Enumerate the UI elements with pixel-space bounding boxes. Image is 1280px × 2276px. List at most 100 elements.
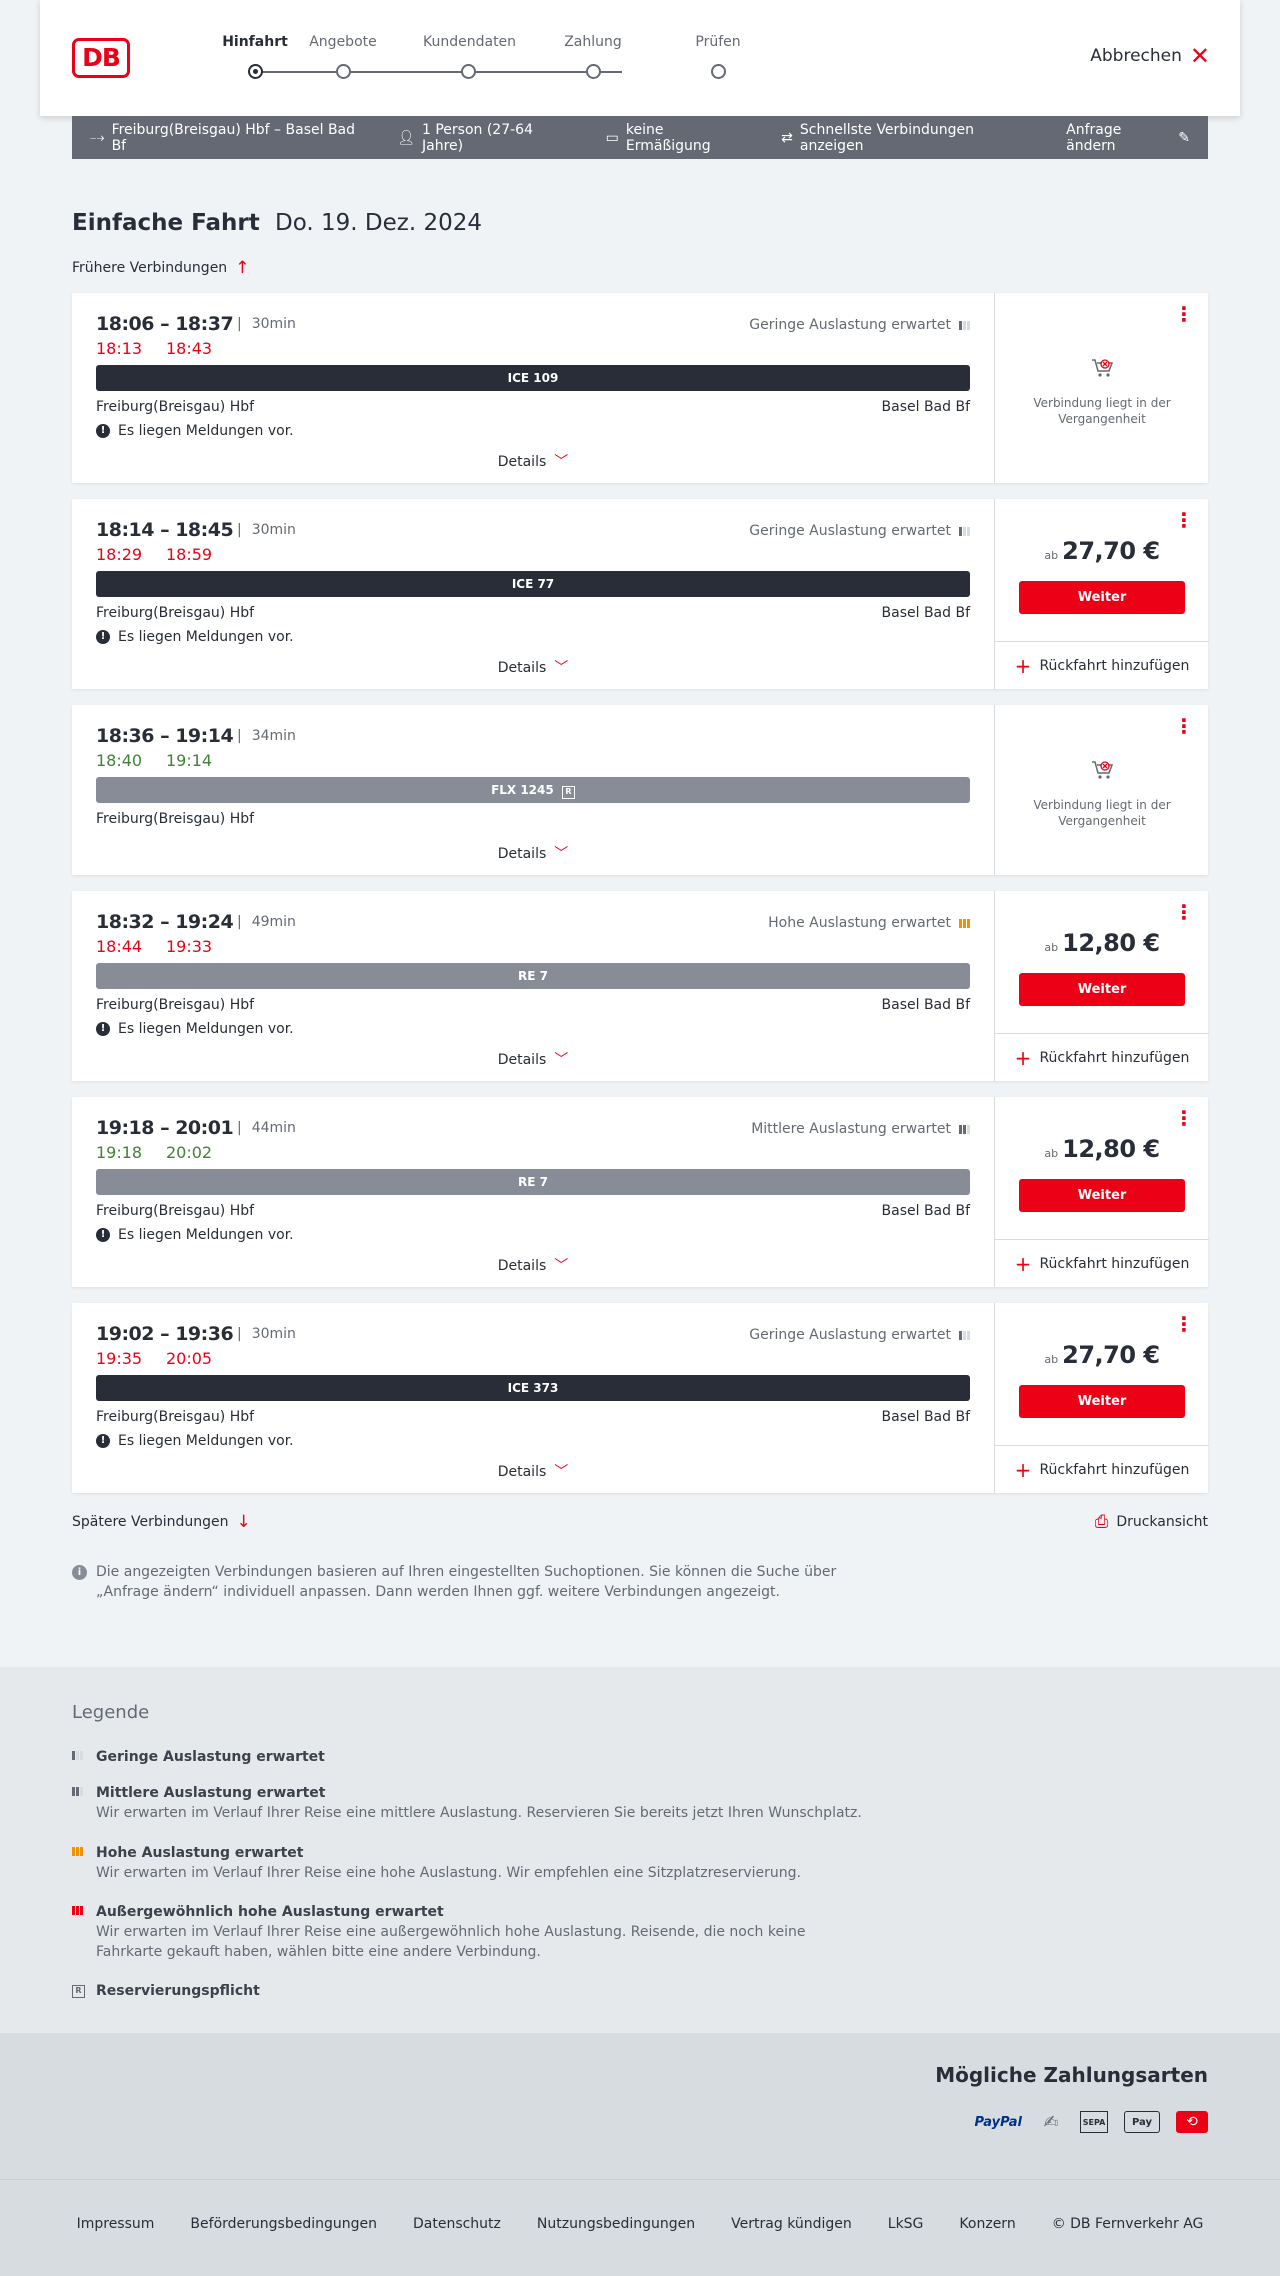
price: ab 12,80 € [995, 1135, 1209, 1163]
cart-unavailable-icon [1092, 359, 1114, 377]
close-icon: ✕ [1189, 42, 1210, 70]
stations: Freiburg(Breisgau) Hbf Basel Bad Bf [96, 1409, 970, 1425]
details-toggle[interactable]: Details ﹀ [72, 1255, 994, 1275]
add-return-button[interactable]: + Rückfahrt hinzufügen [995, 641, 1209, 689]
departure-station: Freiburg(Breisgau) Hbf [96, 811, 255, 827]
more-options-icon[interactable]: ⋮ [1174, 716, 1194, 736]
passenger-label: 1 Person (27-64 Jahre) [421, 121, 533, 154]
offer-panel: ⋮ ab 12,80 € Weiter + Rückfahrt hinzufügen [994, 891, 1209, 1081]
more-options-icon[interactable]: ⋮ [1174, 902, 1194, 922]
step-dot [336, 64, 351, 79]
step-label: Hinfahrt [222, 34, 288, 50]
weiter-button[interactable]: Weiter [1019, 1385, 1185, 1418]
alert-icon: ! [96, 1022, 110, 1036]
legend-item-low: Geringe Auslastung erwartet [72, 1747, 872, 1767]
details-toggle[interactable]: Details ﹀ [72, 451, 994, 471]
realtime-departure: 18:44 [96, 937, 143, 956]
page-title: Einfache Fahrt Do. 19. Dez. 2024 [72, 210, 482, 236]
occupancy-high-icon [72, 1847, 83, 1856]
weiter-button[interactable]: Weiter [1019, 973, 1185, 1006]
earlier-connections-link[interactable]: Frühere Verbindungen ↑ [72, 258, 249, 278]
price-prefix: ab [1044, 1353, 1059, 1366]
footer-link-cancel-contract[interactable]: Vertrag kündigen [731, 2216, 852, 2232]
footer-link-privacy[interactable]: Datenschutz [413, 2216, 501, 2232]
step-pruefen: Prüfen [673, 34, 763, 79]
alert-icon: ! [96, 1228, 110, 1242]
connection-card: 19:02 – 19:36 30min 19:35 20:05 Geringe A… [72, 1303, 1209, 1493]
later-connections-link[interactable]: Spätere Verbindungen ↓ [72, 1512, 251, 1532]
details-toggle[interactable]: Details ﹀ [72, 1049, 994, 1069]
edit-search-button[interactable]: Anfrage ändern ✎ [1066, 122, 1190, 154]
add-return-button[interactable]: + Rückfahrt hinzufügen [995, 1239, 1209, 1287]
reservation-required-icon: R [561, 786, 575, 799]
train-bar[interactable]: ICE 373 [96, 1375, 970, 1401]
step-angebote: Angebote [298, 34, 388, 79]
stations: Freiburg(Breisgau) Hbf Basel Bad Bf [96, 605, 970, 621]
more-options-icon[interactable]: ⋮ [1174, 1108, 1194, 1128]
scheduled-times: 18:32 – 19:24 [96, 911, 234, 933]
legend-item-exceptional: Außergewöhnlich hohe Auslastung erwartet… [72, 1902, 872, 1962]
stations: Freiburg(Breisgau) Hbf [96, 811, 970, 827]
details-toggle[interactable]: Details ﹀ [72, 657, 994, 677]
arrival-station: Basel Bad Bf [881, 399, 970, 415]
price-prefix: ab [1044, 941, 1059, 954]
footer: Impressum Beförderungsbedingungen Datens… [0, 2179, 1280, 2276]
occupancy-label: Mittlere Auslastung erwartet [751, 1121, 951, 1137]
train-bar[interactable]: RE 7 [96, 1169, 970, 1195]
occupancy-icon [959, 526, 970, 536]
departure-station: Freiburg(Breisgau) Hbf [96, 997, 255, 1013]
print-view-link[interactable]: ⎙ Druckansicht [1095, 1512, 1208, 1532]
db-payment-icon: ⟲ [1176, 2111, 1208, 2133]
train-bar[interactable]: FLX 1245 R [96, 777, 970, 803]
footer-link-lksg[interactable]: LkSG [888, 2216, 924, 2232]
cancel-button[interactable]: Abbrechen ✕ [1090, 42, 1210, 70]
add-return-button[interactable]: + Rückfahrt hinzufügen [995, 1033, 1209, 1081]
scheduled-times: 19:02 – 19:36 [96, 1323, 234, 1345]
occupancy-icon [959, 1124, 970, 1134]
message-label: Es liegen Meldungen vor. [118, 1227, 294, 1243]
message-label: Es liegen Meldungen vor. [118, 423, 294, 439]
footer-link-conditions[interactable]: Beförderungsbedingungen [190, 2216, 377, 2232]
info-icon: i [72, 1565, 87, 1580]
footer-link-terms[interactable]: Nutzungsbedingungen [537, 2216, 695, 2232]
train-bar[interactable]: ICE 77 [96, 571, 970, 597]
price: ab 12,80 € [995, 929, 1209, 957]
db-logo[interactable]: DB [72, 38, 130, 78]
departure-station: Freiburg(Breisgau) Hbf [96, 605, 255, 621]
train-name: ICE 373 [507, 1381, 559, 1395]
footer-copyright: © DB Fernverkehr AG [1051, 2216, 1204, 2232]
realtime-arrival: 20:02 [166, 1143, 213, 1162]
weiter-button[interactable]: Weiter [1019, 581, 1185, 614]
connection-card: 18:32 – 19:24 49min 18:44 19:33 Hohe Ausl… [72, 891, 1209, 1081]
details-label: Details [497, 660, 547, 676]
more-options-icon[interactable]: ⋮ [1174, 510, 1194, 530]
stations: Freiburg(Breisgau) Hbf Basel Bad Bf [96, 1203, 970, 1219]
footer-link-konzern[interactable]: Konzern [959, 2216, 1015, 2232]
payment-icons: PayPal ✍ SEPA Pay ⟲ [975, 2111, 1208, 2133]
booking-steps: Hinfahrt Angebote Kundendaten Zahlung Pr… [210, 34, 741, 84]
past-label: Verbindung liegt in der Vergangenheit [1033, 798, 1171, 828]
more-options-icon[interactable]: ⋮ [1174, 304, 1194, 324]
connection-details: 19:18 – 20:01 44min 19:18 20:02 Mittlere … [72, 1097, 994, 1287]
train-name: RE 7 [518, 969, 548, 983]
step-dot [461, 64, 476, 79]
details-toggle[interactable]: Details ﹀ [72, 1461, 994, 1481]
departure-station: Freiburg(Breisgau) Hbf [96, 1409, 255, 1425]
footer-link-impressum[interactable]: Impressum [77, 2216, 155, 2232]
route-label: Freiburg(Breisgau) Hbf – Basel Bad Bf [111, 121, 356, 154]
connection-details: 19:02 – 19:36 30min 19:35 20:05 Geringe A… [72, 1303, 994, 1493]
message-label: Es liegen Meldungen vor. [118, 1021, 294, 1037]
occupancy-label: Geringe Auslastung erwartet [749, 523, 951, 539]
occupancy-icon [959, 1330, 970, 1340]
past-connection-notice: Verbindung liegt in der Vergangenheit [995, 355, 1209, 427]
more-options-icon[interactable]: ⋮ [1174, 1314, 1194, 1334]
details-toggle[interactable]: Details ﹀ [72, 843, 994, 863]
weiter-button[interactable]: Weiter [1019, 1179, 1185, 1212]
search-info-note: i Die angezeigten Verbindungen basieren a… [72, 1562, 872, 1602]
apple-pay-icon: Pay [1124, 2111, 1160, 2133]
add-return-button[interactable]: + Rückfahrt hinzufügen [995, 1445, 1209, 1493]
train-bar[interactable]: ICE 109 [96, 365, 970, 391]
train-bar[interactable]: RE 7 [96, 963, 970, 989]
offer-panel: ⋮ Verbindung liegt in der Vergangenheit [994, 705, 1208, 875]
alert-icon: ! [96, 1434, 110, 1448]
